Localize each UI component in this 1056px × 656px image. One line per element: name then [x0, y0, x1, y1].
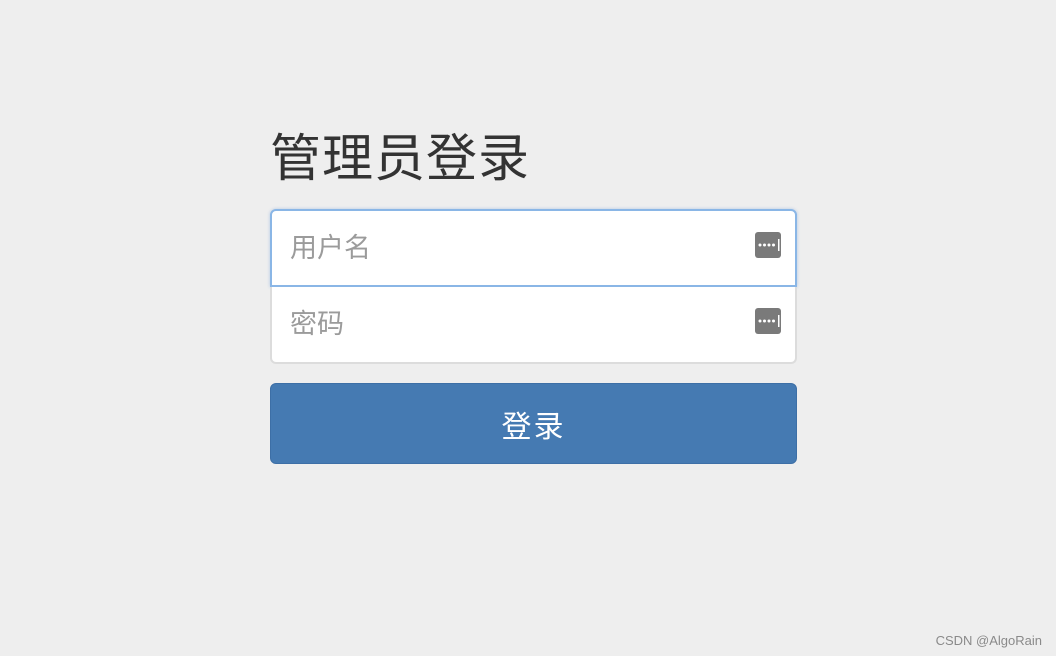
username-input[interactable]	[272, 211, 795, 285]
login-button[interactable]: 登录	[270, 383, 797, 464]
watermark: CSDN @AlgoRain	[935, 633, 1042, 648]
admin-login-form: 管理员登录 登录	[270, 124, 797, 464]
password-manager-key-icon[interactable]	[755, 308, 781, 334]
page-title: 管理员登录	[270, 130, 531, 189]
password-manager-key-icon[interactable]	[755, 232, 781, 258]
password-input[interactable]	[272, 287, 795, 362]
password-field	[270, 287, 797, 364]
credentials-group	[270, 209, 797, 364]
username-field	[270, 209, 797, 287]
